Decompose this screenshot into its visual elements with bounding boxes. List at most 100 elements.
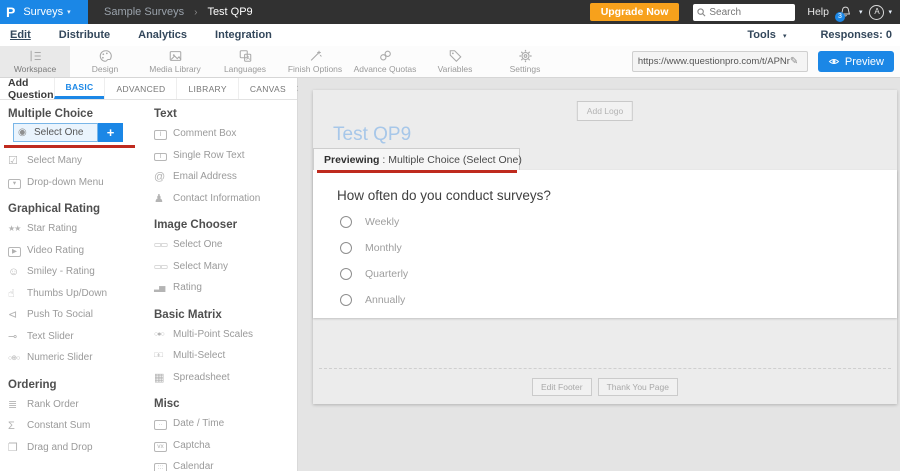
question-type-contact-information[interactable]: ♟ Contact Information <box>146 188 296 210</box>
question-type-push-to-social[interactable]: ⊲ Push To Social <box>0 304 146 326</box>
contact-person-icon: ♟ <box>154 192 173 205</box>
toolbar-settings[interactable]: Settings <box>490 46 560 77</box>
question-type-video-rating[interactable]: ▶ Video Rating <box>0 240 146 262</box>
footer-divider <box>319 368 891 369</box>
question-type-image-rating[interactable]: ▂▅ Rating <box>146 277 296 299</box>
question-type-numeric-slider[interactable]: ○⊕○ Numeric Slider <box>0 347 146 369</box>
breadcrumb: Sample Surveys › Test QP9 <box>104 6 253 18</box>
comment-box-icon: I <box>154 127 173 140</box>
option-annually[interactable]: Annually <box>340 294 405 306</box>
edit-footer-button[interactable]: Edit Footer <box>532 378 592 396</box>
question-type-smiley-rating[interactable]: ☺ Smiley - Rating <box>0 261 146 283</box>
question-type-single-row-text[interactable]: I Single Row Text <box>146 145 296 167</box>
avatar[interactable]: A <box>869 5 884 20</box>
plus-icon: + <box>107 125 115 140</box>
nav-tab-analytics[interactable]: Analytics <box>138 29 187 41</box>
nav-tab-distribute[interactable]: Distribute <box>59 29 110 41</box>
survey-nav: Edit Distribute Analytics Integration To… <box>0 24 900 46</box>
product-menu[interactable]: Surveys <box>23 6 63 18</box>
toolbar-design[interactable]: Design <box>70 46 140 77</box>
notification-count-badge: 3 <box>835 12 845 22</box>
search-input[interactable] <box>709 7 789 18</box>
question-type-drag-and-drop[interactable]: ❐ Drag and Drop <box>0 437 146 459</box>
survey-url-field[interactable]: ✎ <box>632 51 808 72</box>
image-select-one-icon: ▭▭ <box>154 240 173 249</box>
edit-url-pencil-icon[interactable]: ✎ <box>790 56 798 67</box>
radio-icon[interactable] <box>340 216 352 228</box>
option-quarterly[interactable]: Quarterly <box>340 268 408 280</box>
nav-tab-edit[interactable]: Edit <box>10 29 31 41</box>
notifications-button[interactable]: 3 <box>839 5 852 19</box>
nav-tab-integration[interactable]: Integration <box>215 29 272 41</box>
question-type-multi-point-scales[interactable]: ○●○ Multi-Point Scales <box>146 324 296 346</box>
radio-icon[interactable] <box>340 242 352 254</box>
image-rating-icon: ▂▅ <box>154 283 173 292</box>
question-type-constant-sum[interactable]: Σ Constant Sum <box>0 415 146 437</box>
question-type-rank-order[interactable]: ≣ Rank Order <box>0 394 146 416</box>
dropdown-icon: ▾ <box>8 176 27 189</box>
question-type-image-select-one[interactable]: ▭▭ Select One <box>146 234 296 256</box>
option-weekly[interactable]: Weekly <box>340 216 399 228</box>
red-underline <box>317 170 517 173</box>
question-type-comment-box[interactable]: I Comment Box <box>146 123 296 145</box>
question-text[interactable]: How often do you conduct surveys? <box>337 188 551 203</box>
single-row-text-icon: I <box>154 149 173 161</box>
tab-canvas[interactable]: CANVAS <box>238 78 297 99</box>
question-type-date-time[interactable]: ·· Date / Time <box>146 413 296 435</box>
upgrade-now-button[interactable]: Upgrade Now <box>590 3 680 21</box>
tag-icon <box>448 49 463 63</box>
radio-icon[interactable] <box>340 294 352 306</box>
thank-you-page-button[interactable]: Thank You Page <box>598 378 678 396</box>
question-type-captcha[interactable]: vx Captcha <box>146 435 296 457</box>
toolbar-variables[interactable]: Variables <box>420 46 490 77</box>
question-type-multi-select[interactable]: □▫□ Multi-Select <box>146 345 296 367</box>
smiley-icon: ☺ <box>8 266 27 278</box>
search-box[interactable] <box>693 4 795 21</box>
question-type-image-select-many[interactable]: ▭▭ Select Many <box>146 256 296 278</box>
toolbar-advance-quotas[interactable]: Advance Quotas <box>350 46 420 77</box>
workspace-icon <box>28 49 43 63</box>
section-image-chooser: Image Chooser <box>154 219 296 231</box>
question-type-thumbs-up-down[interactable]: ☝ Thumbs Up/Down <box>0 283 146 305</box>
image-icon <box>168 49 183 63</box>
toolbar-finish-options[interactable]: Finish Options <box>280 46 350 77</box>
chevron-down-icon[interactable]: ▾ <box>888 8 892 16</box>
date-time-icon: ·· <box>154 417 173 430</box>
help-link[interactable]: Help <box>807 6 829 18</box>
question-type-email-address[interactable]: @ Email Address <box>146 166 296 188</box>
question-type-spreadsheet[interactable]: ▦ Spreadsheet <box>146 367 296 389</box>
panel-tab-bar: Add Question BASIC ADVANCED LIBRARY CANV… <box>0 78 297 100</box>
breadcrumb-separator-icon: › <box>194 7 197 18</box>
question-type-select-one[interactable]: ◉ Select One <box>13 123 98 142</box>
radio-icon[interactable] <box>340 268 352 280</box>
toolbar-languages[interactable]: A Languages <box>210 46 280 77</box>
chevron-down-icon[interactable]: ▾ <box>859 8 863 16</box>
question-type-text-slider[interactable]: ⊸ Text Slider <box>0 326 146 348</box>
add-select-one-button[interactable]: + <box>98 123 123 142</box>
responses-count[interactable]: Responses: 0 <box>820 29 892 41</box>
palette-icon <box>98 49 113 63</box>
toolbar-workspace[interactable]: Workspace <box>0 46 70 77</box>
toolbar-media-library[interactable]: Media Library <box>140 46 210 77</box>
question-type-select-many[interactable]: ☑ Select Many <box>0 150 146 172</box>
tab-basic[interactable]: BASIC <box>54 78 105 99</box>
quota-links-icon <box>378 49 393 63</box>
search-icon <box>697 8 706 17</box>
survey-url-input[interactable] <box>638 56 790 67</box>
question-type-calendar[interactable]: ::: Calendar <box>146 456 296 471</box>
survey-title[interactable]: Test QP9 <box>333 124 411 146</box>
tab-advanced[interactable]: ADVANCED <box>104 78 176 99</box>
questionpro-logo-icon: P <box>6 4 15 20</box>
question-type-dropdown-menu[interactable]: ▾ Drop-down Menu <box>0 172 146 194</box>
tab-library[interactable]: LIBRARY <box>176 78 237 99</box>
tools-dropdown[interactable]: Tools ▾ <box>747 29 786 41</box>
survey-card: Add Logo Test QP9 Previewing : Multiple … <box>313 90 897 404</box>
breadcrumb-parent[interactable]: Sample Surveys <box>104 6 184 18</box>
logo-block[interactable]: P Surveys ▾ <box>0 0 88 24</box>
preview-button[interactable]: Preview <box>818 51 894 72</box>
question-type-star-rating[interactable]: ★★ Star Rating <box>0 218 146 240</box>
add-logo-button[interactable]: Add Logo <box>577 101 633 121</box>
section-basic-matrix: Basic Matrix <box>154 309 296 321</box>
section-ordering: Ordering <box>8 379 146 391</box>
option-monthly[interactable]: Monthly <box>340 242 402 254</box>
